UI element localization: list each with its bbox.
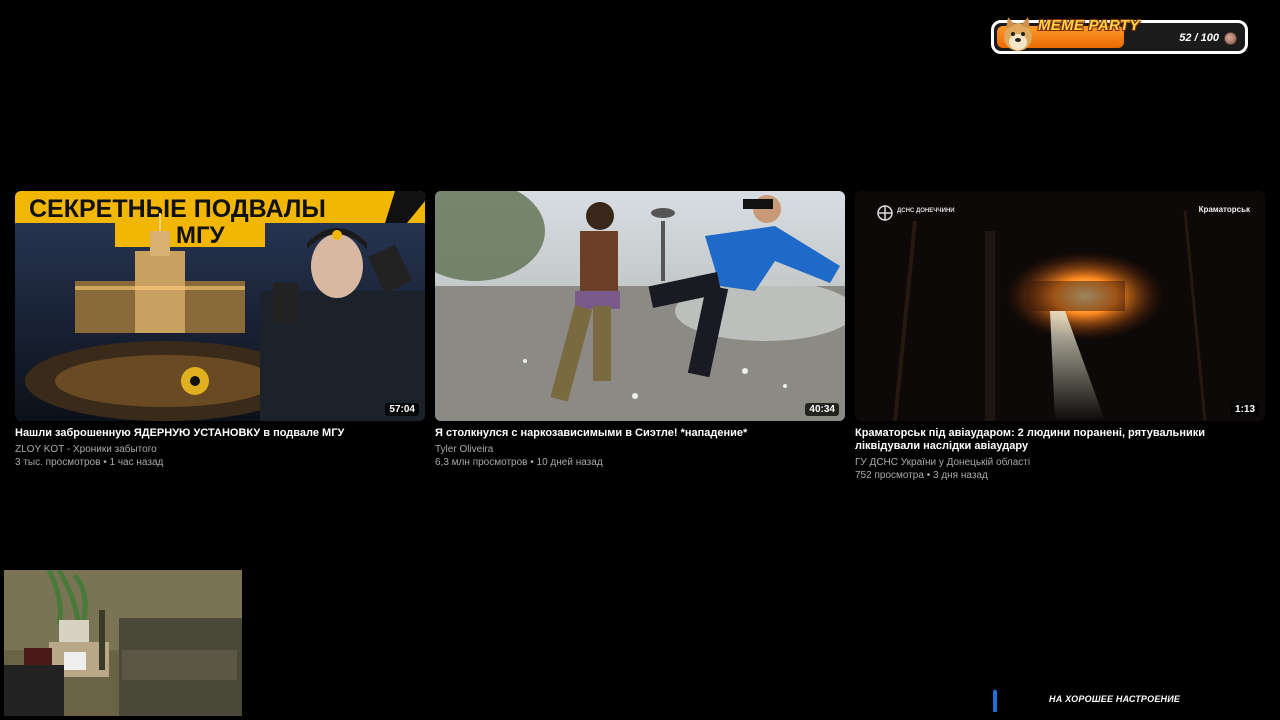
ticker-accent — [993, 690, 997, 712]
video-duration: 57:04 — [385, 403, 419, 416]
meme-party-widget: MEME PARTY 52 / 100 — [991, 17, 1248, 54]
emergency-service-logo-icon — [877, 205, 893, 221]
video-card[interactable]: ДСНС ДОНЕЧЧИНИ Краматорськ 1:13 Краматор… — [855, 191, 1265, 482]
video-card[interactable]: 40:34 Я столкнулся с наркозависимыми в С… — [435, 191, 845, 469]
video-meta: 6,3 млн просмотров • 10 дней назад — [435, 457, 603, 468]
video-duration: 40:34 — [805, 403, 839, 416]
ticker-text: НА ХОРОШЕЕ НАСТРОЕНИЕ — [1049, 694, 1181, 704]
meme-party-title: MEME PARTY — [1038, 17, 1140, 34]
thumb-location: Краматорськ — [1199, 205, 1251, 214]
channel-name[interactable]: ZLOY KOT - Хроники забытого — [15, 443, 425, 456]
video-title[interactable]: Я столкнулся с наркозависимыми в Сиэтле!… — [435, 427, 845, 440]
video-thumbnail[interactable]: 40:34 — [435, 191, 845, 421]
thumb-logo-text: ДСНС ДОНЕЧЧИНИ — [897, 208, 955, 214]
webcam-overlay — [4, 570, 242, 716]
video-duration: 1:13 — [1230, 403, 1259, 416]
meme-party-count: 52 / 100 — [1179, 32, 1219, 44]
thumb-title-line1: СЕКРЕТНЫЕ ПОДВАЛЫ — [29, 195, 326, 223]
video-title[interactable]: Нашли заброшенную ЯДЕРНУЮ УСТАНОВКУ в по… — [15, 427, 425, 440]
video-meta: 752 просмотра • 3 дня назад — [855, 470, 988, 481]
coin-icon — [1224, 32, 1237, 45]
doge-icon — [1002, 15, 1034, 53]
channel-name[interactable]: Tyler Oliveira — [435, 443, 845, 456]
video-thumbnail[interactable]: СЕКРЕТНЫЕ ПОДВАЛЫ МГУ 57:04 — [15, 191, 425, 421]
channel-name[interactable]: ГУ ДСНС України у Донецькій області — [855, 456, 1265, 469]
video-card[interactable]: СЕКРЕТНЫЕ ПОДВАЛЫ МГУ 57:04 Нашли заброш… — [15, 191, 425, 469]
video-thumbnail[interactable]: ДСНС ДОНЕЧЧИНИ Краматорськ 1:13 — [855, 191, 1265, 421]
thumb-title-line2: МГУ — [176, 222, 226, 249]
video-title[interactable]: Краматорськ під авіаударом: 2 людини пор… — [855, 427, 1265, 453]
video-meta: 3 тыс. просмотров • 1 час назад — [15, 457, 164, 468]
